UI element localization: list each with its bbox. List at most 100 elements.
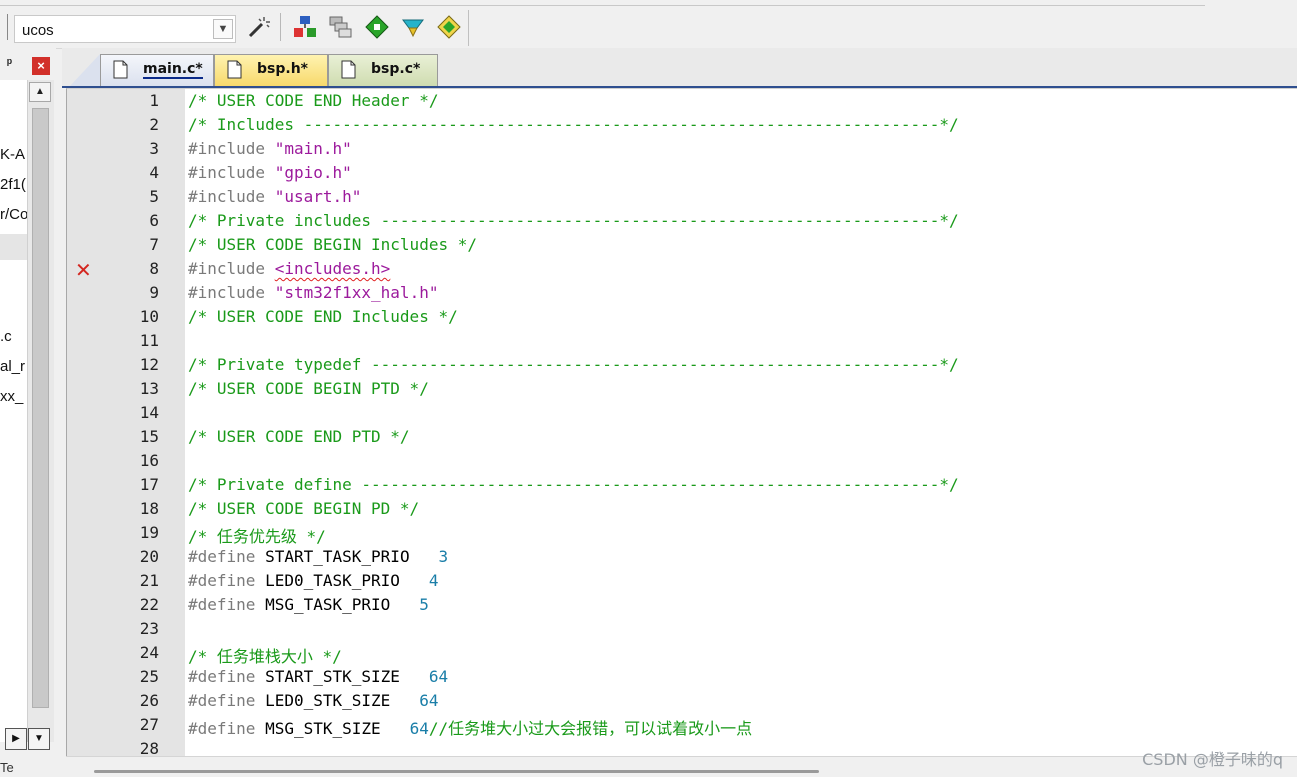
include-path: <includes.h> <box>274 259 391 278</box>
code-line: 25 #define START_STK_SIZE 64 <box>67 665 1297 689</box>
file-icon <box>113 60 128 79</box>
code-text: #include "stm32f1xx_hal.h" <box>188 283 438 302</box>
line-number: 19 <box>139 523 159 542</box>
project-tree[interactable]: K-A 2f1( r/Co .c al_r xx_ <box>0 80 28 742</box>
code-line: 10 /* USER CODE END Includes */ <box>67 305 1297 329</box>
code-line: 26 #define LED0_STK_SIZE 64 <box>67 689 1297 713</box>
tab-slant <box>70 54 100 86</box>
line-number: 1 <box>149 91 159 110</box>
code-text: /* USER CODE BEGIN PTD */ <box>188 379 429 398</box>
preprocessor-keyword: #define <box>188 667 256 686</box>
preprocessor-keyword: #define <box>188 547 256 566</box>
code-line: 12 /* Private typedef -------------------… <box>67 353 1297 377</box>
code-text: #define START_TASK_PRIO 3 <box>188 547 448 566</box>
chevron-down-icon[interactable]: ▼ <box>213 19 233 39</box>
line-number: 18 <box>139 499 159 518</box>
comment-text: /* Private define ----------------------… <box>188 475 959 494</box>
editor-tabs: main.c* bsp.h* bsp.c* <box>62 48 1297 88</box>
code-line: 21 #define LED0_TASK_PRIO 4 <box>67 569 1297 593</box>
macro-name: START_STK_SIZE <box>265 667 400 686</box>
line-number: 5 <box>149 187 159 206</box>
line-number: 21 <box>139 571 159 590</box>
macro-value: 4 <box>428 571 439 590</box>
line-number: 14 <box>139 403 159 422</box>
code-editor[interactable]: 1 /* USER CODE END Header */ 2 /* Includes … <box>66 88 1297 758</box>
component-icon[interactable] <box>436 14 462 40</box>
scroll-thumb[interactable] <box>94 770 819 773</box>
select-packs-icon[interactable] <box>327 14 353 40</box>
panel-tab-fragment[interactable]: Te <box>0 760 56 776</box>
line-number: 27 <box>139 715 159 734</box>
line-number: 25 <box>139 667 159 686</box>
line-number: 3 <box>149 139 159 158</box>
line-number: 13 <box>139 379 159 398</box>
comment-text: /* Includes ----------------------------… <box>188 115 959 134</box>
line-number: 24 <box>139 643 159 662</box>
preprocessor-keyword: #define <box>188 691 256 710</box>
code-line: 8 ✕ #include <includes.h> <box>67 257 1297 282</box>
close-icon[interactable]: × <box>32 57 50 75</box>
code-text: #define LED0_STK_SIZE 64 <box>188 691 438 710</box>
preprocessor-keyword: #define <box>188 719 256 738</box>
line-number: 9 <box>149 283 159 302</box>
panel-tab-label: Te <box>0 760 14 775</box>
tree-item[interactable]: K-A <box>0 146 25 163</box>
code-text: #include "gpio.h" <box>188 163 352 182</box>
scroll-down-icon[interactable]: ▼ <box>28 728 50 750</box>
code-text: /* Private includes --------------------… <box>188 211 959 230</box>
target-select[interactable]: ucos ▼ <box>14 15 236 43</box>
macro-value: 5 <box>419 595 429 614</box>
scroll-up-icon[interactable]: ▲ <box>29 82 51 102</box>
macro-name: MSG_TASK_PRIO <box>265 595 391 614</box>
manage-project-items-icon[interactable] <box>292 14 318 40</box>
code-line: 9 #include "stm32f1xx_hal.h" <box>67 281 1297 305</box>
code-text: /* USER CODE END PTD */ <box>188 427 410 446</box>
code-line: 14 <box>67 401 1297 425</box>
panel-header: ᵖ × <box>0 52 56 76</box>
scroll-right-icon[interactable]: ▶ <box>5 728 27 750</box>
line-number: 17 <box>139 475 159 494</box>
code-line: 13 /* USER CODE BEGIN PTD */ <box>67 377 1297 401</box>
code-line: 17 /* Private define --------------------… <box>67 473 1297 497</box>
comment-text: /* USER CODE END Includes */ <box>188 307 458 326</box>
file-icon <box>227 60 242 79</box>
tree-item[interactable]: .c <box>0 328 12 345</box>
toolbar-separator <box>7 14 8 40</box>
code-text: /* 任务优先级 */ <box>188 523 326 547</box>
inline-comment: //任务堆大小过大会报错，可以试着改小一点 <box>428 719 753 738</box>
include-path: "main.h" <box>274 139 352 158</box>
include-path: "stm32f1xx_hal.h" <box>274 283 439 302</box>
manage-run-time-environment-icon[interactable] <box>364 14 390 40</box>
scroll-thumb[interactable] <box>32 108 49 708</box>
code-line: 20 #define START_TASK_PRIO 3 <box>67 545 1297 569</box>
pin-icon[interactable]: ᵖ <box>7 55 12 70</box>
tab-label: main.c* <box>143 61 203 79</box>
code-text: /* USER CODE END Header */ <box>188 91 438 110</box>
magic-wand-icon[interactable] <box>246 14 272 40</box>
tree-item[interactable]: al_r <box>0 358 25 375</box>
tree-item[interactable]: xx_ <box>0 388 23 405</box>
vertical-scrollbar[interactable]: ▲ <box>27 80 54 742</box>
tab-main-c[interactable]: main.c* <box>100 54 214 86</box>
comment-text: /* USER CODE BEGIN PD */ <box>188 499 420 518</box>
preprocessor-keyword: #define <box>188 571 256 590</box>
window-top-edge <box>0 0 1205 6</box>
tab-bsp-h[interactable]: bsp.h* <box>214 54 328 86</box>
preprocessor-keyword: #include <box>188 163 266 182</box>
comment-text: /* Private includes --------------------… <box>188 211 959 230</box>
horizontal-scrollbar[interactable] <box>66 756 1297 777</box>
tree-item[interactable]: r/Co <box>0 206 28 223</box>
code-text: #include <includes.h> <box>188 259 390 278</box>
line-number: 8 <box>149 259 159 278</box>
pack-installer-icon[interactable] <box>400 14 426 40</box>
code-line: 24 /* 任务堆栈大小 */ <box>67 641 1297 666</box>
code-line: 27 #define MSG_STK_SIZE 64//任务堆大小过大会报错，可以… <box>67 713 1297 739</box>
comment-text: /* 任务优先级 */ <box>188 527 326 546</box>
code-text: #define MSG_STK_SIZE 64//任务堆大小过大会报错，可以试着… <box>188 715 752 739</box>
tab-bsp-c[interactable]: bsp.c* <box>328 54 438 86</box>
code-line: 11 <box>67 329 1297 353</box>
code-line: 4 #include "gpio.h" <box>67 161 1297 185</box>
tree-item[interactable]: 2f1( <box>0 176 26 193</box>
code-text: /* Includes ----------------------------… <box>188 115 959 134</box>
macro-value: 3 <box>438 547 449 566</box>
